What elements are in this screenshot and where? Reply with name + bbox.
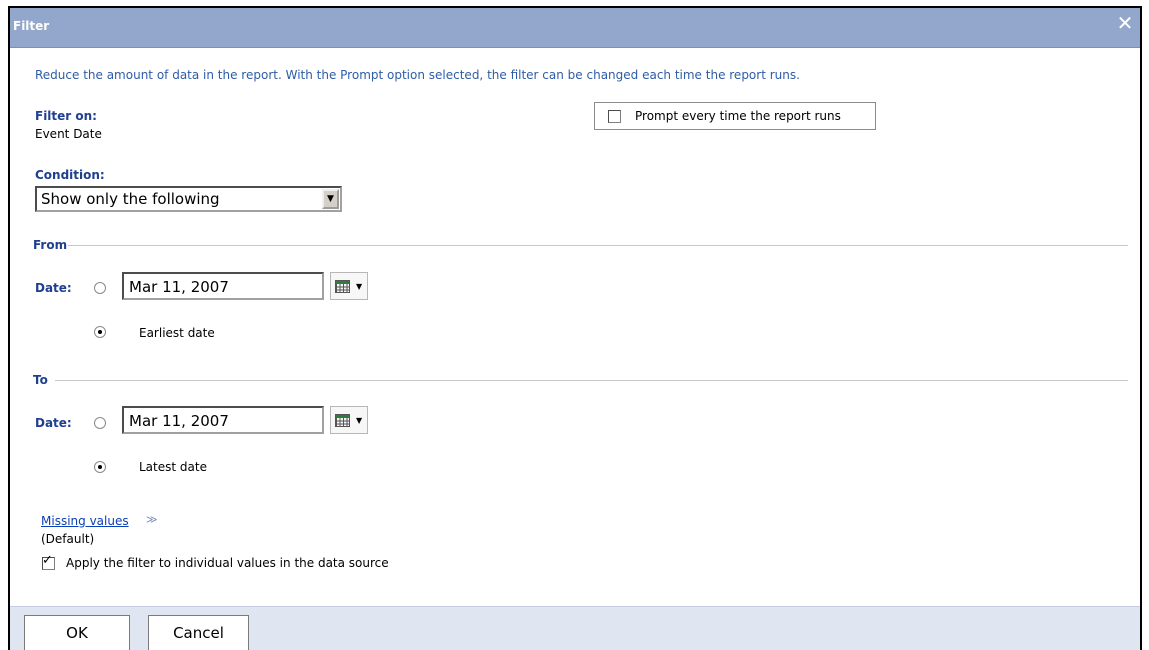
from-date-label: Date: [35,281,72,295]
from-calendar-button[interactable]: ▼ [330,272,368,300]
calendar-icon [335,414,350,427]
ok-button[interactable]: OK [24,615,130,650]
prompt-checkbox[interactable] [608,110,621,123]
missing-values-value: (Default) [41,532,95,546]
prompt-option-box: Prompt every time the report runs [594,102,876,130]
to-date-value: Mar 11, 2007 [129,412,229,430]
condition-select-value: Show only the following [41,190,220,208]
checkmark-icon: ✓ [42,553,53,568]
condition-select[interactable]: Show only the following ▼ [35,186,342,212]
from-date-input[interactable]: Mar 11, 2007 [122,272,324,300]
to-divider [55,380,1128,381]
dialog-titlebar: Filter ✕ [10,8,1140,48]
from-section-label: From [33,238,68,252]
latest-date-label: Latest date [139,460,207,474]
dialog-title: Filter [13,19,50,33]
filter-dialog: Filter ✕ Reduce the amount of data in th… [8,6,1142,650]
chevron-down-icon[interactable]: ▼ [322,189,339,209]
condition-label: Condition: [35,168,105,182]
from-date-value: Mar 11, 2007 [129,278,229,296]
from-divider [68,245,1128,246]
filter-on-label: Filter on: [35,109,97,123]
apply-filter-label: Apply the filter to individual values in… [66,556,389,570]
from-date-radio[interactable] [94,282,106,294]
to-date-label: Date: [35,416,72,430]
to-date-radio[interactable] [94,417,106,429]
filter-on-value: Event Date [35,127,102,141]
to-section-label: To [33,373,48,387]
apply-filter-checkbox[interactable]: ✓ [42,553,55,570]
calendar-icon [335,280,350,293]
prompt-label: Prompt every time the report runs [635,109,841,123]
to-calendar-button[interactable]: ▼ [330,406,368,434]
latest-date-radio[interactable] [94,461,106,473]
dialog-description: Reduce the amount of data in the report.… [35,68,800,82]
missing-values-link[interactable]: Missing values [41,514,129,528]
chevron-down-icon: ▼ [356,282,363,291]
close-icon[interactable]: ✕ [1114,12,1136,34]
cancel-button[interactable]: Cancel [148,615,249,650]
earliest-date-radio[interactable] [94,326,106,338]
expand-chevron-icon[interactable]: ≫ [146,513,158,526]
earliest-date-label: Earliest date [139,326,215,340]
chevron-down-icon: ▼ [356,416,363,425]
to-date-input[interactable]: Mar 11, 2007 [122,406,324,434]
